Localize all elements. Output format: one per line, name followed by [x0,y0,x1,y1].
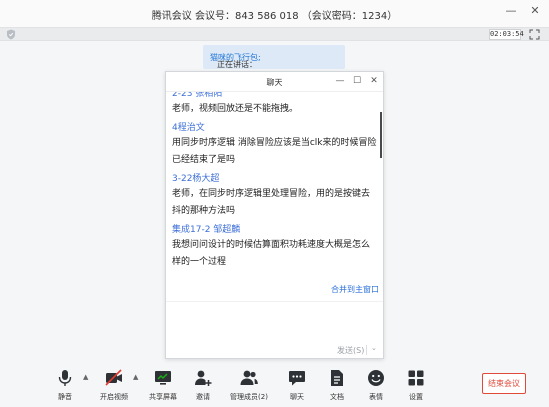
chat-header: 聊天 — ☐ ✕ [166,72,383,92]
shield-icon[interactable] [6,29,16,40]
chat-scrollbar[interactable] [380,112,382,158]
video-label: 开启视频 [100,393,128,401]
settings-button[interactable]: 设置 [397,368,435,402]
message-text: 用同步时序逻辑 消除冒险应该是当clk来的时候冒险已经结束了是吗 [172,138,377,165]
speaking-prefix: 正在讲话： [217,60,257,69]
message-text: 老师，视频回放还是不能拖拽。 [172,104,299,114]
end-meeting-button[interactable]: 结束会议 [482,373,526,394]
chat-minimize-button[interactable]: — [334,75,346,88]
close-button[interactable]: ✕ [528,4,542,18]
video-options-caret-icon[interactable]: ▲ [133,373,138,381]
share-screen-icon [155,371,171,385]
manage-members-label: 管理成员(2) [230,393,268,401]
microphone-icon [58,370,72,386]
minimize-button[interactable]: — [504,4,518,18]
members-icon [240,370,258,385]
message-sender: 4程治文 [172,123,205,133]
message-sender: 集成17-2 邹超麟 [172,225,241,235]
message-list[interactable]: 2-23 张相阳 老师，视频回放还是不能拖拽。 4程治文 用同步时序逻辑 消除冒… [166,92,383,280]
video-off-icon [105,369,122,386]
mute-label: 静音 [58,393,72,401]
chat-window: 聊天 — ☐ ✕ 2-23 张相阳 老师，视频回放还是不能拖拽。 4程治文 用同… [165,71,384,359]
chat-maximize-button[interactable]: ☐ [351,75,363,88]
info-bar: 02:03:54 [0,27,549,41]
speaking-indicator: 正在讲话： 猫咪的飞行包; [203,45,345,69]
settings-label: 设置 [409,393,423,401]
mute-button[interactable]: 静音 [46,368,84,402]
emoji-icon [368,370,384,386]
settings-grid-icon [408,370,424,386]
start-video-button[interactable]: 开启视频 [95,368,133,402]
emoji-label: 表情 [369,393,383,401]
manage-members-button[interactable]: 管理成员(2) [227,368,271,402]
invite-label: 邀请 [196,393,210,401]
invite-button[interactable]: 邀请 [184,368,222,402]
send-options-chevron-icon[interactable]: ⌄ [371,344,377,352]
merge-to-main-link[interactable]: 合并到主窗口 [331,284,379,295]
share-screen-button[interactable]: 共享屏幕 [144,368,182,402]
message-sender: 2-23 张相阳 [172,92,223,99]
chat-button[interactable]: 聊天 [278,368,316,402]
share-screen-label: 共享屏幕 [149,393,177,401]
add-person-icon [195,370,212,386]
message-text: 我想问问设计的时候估算面积功耗速度大概是怎么样的一个过程 [172,240,371,267]
audio-options-caret-icon[interactable]: ▲ [83,373,88,381]
chat-label: 聊天 [290,393,304,401]
message-sender: 3-22杨大超 [172,174,220,184]
chat-input-area[interactable] [166,302,383,342]
chat-close-button[interactable]: ✕ [368,75,380,88]
speaking-label: 正在讲话： 猫咪的飞行包; [210,52,261,69]
document-icon [331,370,343,386]
meeting-timer: 02:03:54 [489,29,524,40]
chat-bubble-icon [289,371,305,386]
send-button[interactable]: 发送(S) [337,345,364,356]
message-text: 老师，在同步时序逻辑里处理冒险，用的是按键去抖的那种方法吗 [172,189,371,216]
documents-button[interactable]: 文档 [318,368,356,402]
fullscreen-icon[interactable] [529,29,540,40]
emoji-button[interactable]: 表情 [357,368,395,402]
documents-label: 文档 [330,393,344,401]
title-bar: 腾讯会议 会议号：843 586 018 （会议密码：1234） — ✕ [0,0,549,27]
send-divider [366,345,367,355]
meeting-title: 腾讯会议 会议号：843 586 018 （会议密码：1234） [151,11,398,22]
